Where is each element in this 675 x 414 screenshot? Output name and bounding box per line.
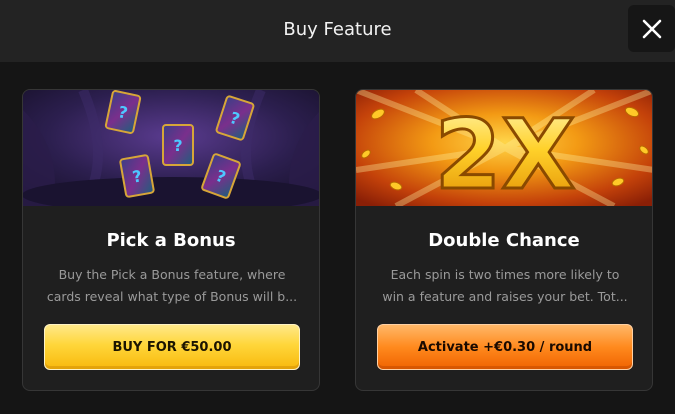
description-line: win a feature and raises your bet. Tot..…: [382, 289, 628, 304]
description-line: Each spin is two times more likely to: [390, 267, 620, 282]
modal-header: Buy Feature: [0, 0, 675, 62]
double-chance-card: 2X Double Chance Each spin is two times …: [355, 89, 653, 391]
double-chance-title: Double Chance: [428, 230, 580, 251]
description-line: Buy the Pick a Bonus feature, where: [58, 267, 286, 282]
pick-a-bonus-description: Buy the Pick a Bonus feature, where card…: [41, 264, 303, 308]
activate-double-chance-button[interactable]: Activate +€0.30 / round: [377, 324, 633, 370]
pick-a-bonus-title: Pick a Bonus: [106, 230, 236, 251]
2x-multiplier-icon: 2X: [356, 90, 652, 206]
pick-a-bonus-card: ? ? ? ? ? Pick a Bonus Buy the Pick a Bo…: [22, 89, 320, 391]
mystery-cards-icon: ? ? ? ? ?: [23, 90, 319, 206]
2x-label: 2X: [435, 99, 576, 206]
svg-text:?: ?: [173, 136, 182, 155]
description-line: cards reveal what type of Bonus will b..…: [46, 289, 298, 304]
buy-bonus-button[interactable]: BUY FOR €50.00: [44, 324, 300, 370]
double-chance-description: Each spin is two times more likely to wi…: [374, 264, 636, 308]
close-button[interactable]: [628, 5, 675, 52]
pick-a-bonus-image: ? ? ? ? ?: [23, 90, 319, 206]
modal-title: Buy Feature: [283, 19, 392, 40]
close-icon: [642, 19, 661, 38]
double-chance-image: 2X: [356, 90, 652, 206]
